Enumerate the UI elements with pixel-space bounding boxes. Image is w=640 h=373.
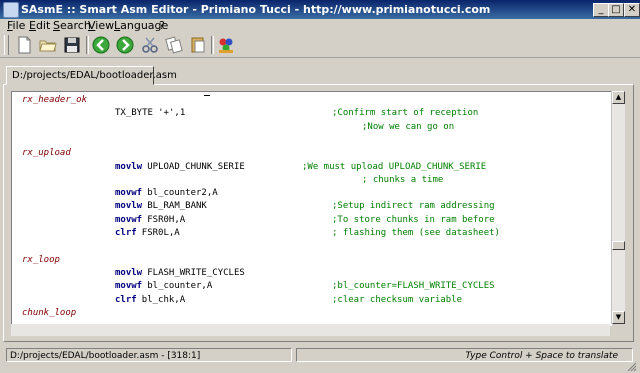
tools-icon[interactable] xyxy=(216,35,236,55)
tab-bootloader[interactable]: D:/projects/EDAL/bootloader.asm xyxy=(6,66,177,85)
maximize-button[interactable]: □ xyxy=(608,3,624,17)
code-comment: ;To store chunks in ram before xyxy=(332,214,495,225)
toolbar-grip[interactable] xyxy=(4,35,9,55)
code-label: rx_loop xyxy=(22,254,60,265)
menu-help[interactable]: ? xyxy=(159,19,165,32)
code-comment: ;We must upload UPLOAD_CHUNK_SERIE xyxy=(302,161,487,172)
code-instruction: movwf xyxy=(115,281,143,292)
paste-icon[interactable] xyxy=(188,35,208,55)
code-instruction: movwf xyxy=(115,188,143,199)
code-instruction: movlw xyxy=(115,267,143,278)
menu-view[interactable]: View xyxy=(88,19,114,32)
code-editor[interactable]: rx_header_ok TX_BYTE '+',1 ;Confirm start o… xyxy=(11,91,612,326)
code-instruction: movwf xyxy=(115,214,143,225)
scroll-up-button[interactable]: ▲ xyxy=(612,91,625,104)
toolbar xyxy=(0,33,640,58)
new-file-icon[interactable] xyxy=(14,35,34,55)
cut-scissors-icon[interactable] xyxy=(140,35,160,55)
code-label: rx_header_ok xyxy=(22,95,88,105)
code-operand: FSR0L,A xyxy=(141,228,180,238)
text-cursor xyxy=(204,92,210,96)
code-label: rx_upload xyxy=(22,148,71,159)
minimize-button[interactable]: _ xyxy=(593,3,609,17)
status-hint: Type Control + Space to translate xyxy=(296,348,633,362)
resize-grip-icon[interactable] xyxy=(625,360,637,372)
toolbar-separator xyxy=(86,36,89,54)
code-instruction: movlw xyxy=(115,201,143,212)
scroll-down-button[interactable]: ▼ xyxy=(612,311,625,324)
toolbar-separator xyxy=(211,36,214,54)
code-comment: ; flashing them (see datasheet) xyxy=(332,228,500,238)
code-operand: bl_chk,A xyxy=(141,294,186,305)
close-button[interactable]: ✕ xyxy=(624,3,640,17)
title-bar[interactable]: SAsmE :: Smart Asm Editor - Primiano Tuc… xyxy=(0,0,640,19)
back-arrow-icon[interactable] xyxy=(91,35,111,55)
menu-edit[interactable]: Edit xyxy=(29,19,50,32)
code-comment: ;Confirm start of reception xyxy=(332,108,479,119)
save-disk-icon[interactable] xyxy=(62,35,82,55)
code-comment: ;Now we can go on xyxy=(362,121,455,132)
vertical-scrollbar[interactable]: ▲ ▼ xyxy=(611,91,625,324)
code-operand: FSR0H,A xyxy=(147,214,186,225)
code-operand: bl_counter2,A xyxy=(147,188,218,199)
code-instruction: clrf xyxy=(115,294,137,305)
code-instruction: clrf xyxy=(115,228,137,238)
vertical-scroll-thumb[interactable] xyxy=(612,241,625,250)
code-operand: UPLOAD_CHUNK_SERIE xyxy=(147,161,245,172)
code-instruction: TX_BYTE xyxy=(115,108,153,119)
code-operand: BL_RAM_BANK xyxy=(147,201,207,212)
status-file-position: D:/projects/EDAL/bootloader.asm - [318:1… xyxy=(6,348,292,362)
menu-bar: File Edit Search View Language ? xyxy=(0,19,640,33)
window-title: SAsmE :: Smart Asm Editor - Primiano Tuc… xyxy=(21,3,491,16)
code-operand: bl_counter,A xyxy=(147,281,213,292)
code-comment: ;bl_counter=FLASH_WRITE_CYCLES xyxy=(332,281,495,292)
menu-file[interactable]: File xyxy=(7,19,25,32)
status-bar: D:/projects/EDAL/bootloader.asm - [318:1… xyxy=(0,345,640,373)
code-comment: ;Setup indirect ram addressing xyxy=(332,201,495,212)
copy-icon[interactable] xyxy=(164,35,184,55)
code-comment: ; chunks a time xyxy=(362,174,444,185)
code-label: chunk_loop xyxy=(22,307,77,318)
app-icon xyxy=(3,2,19,18)
open-folder-icon[interactable] xyxy=(38,35,58,55)
code-operand: '+',1 xyxy=(158,108,186,119)
menu-search[interactable]: Search xyxy=(53,19,91,32)
code-operand: FLASH_WRITE_CYCLES xyxy=(147,267,245,278)
code-instruction: movlw xyxy=(115,161,143,172)
code-comment: ;clear checksum variable xyxy=(332,294,463,305)
horizontal-scrollbar[interactable] xyxy=(11,324,610,336)
forward-arrow-icon[interactable] xyxy=(115,35,135,55)
